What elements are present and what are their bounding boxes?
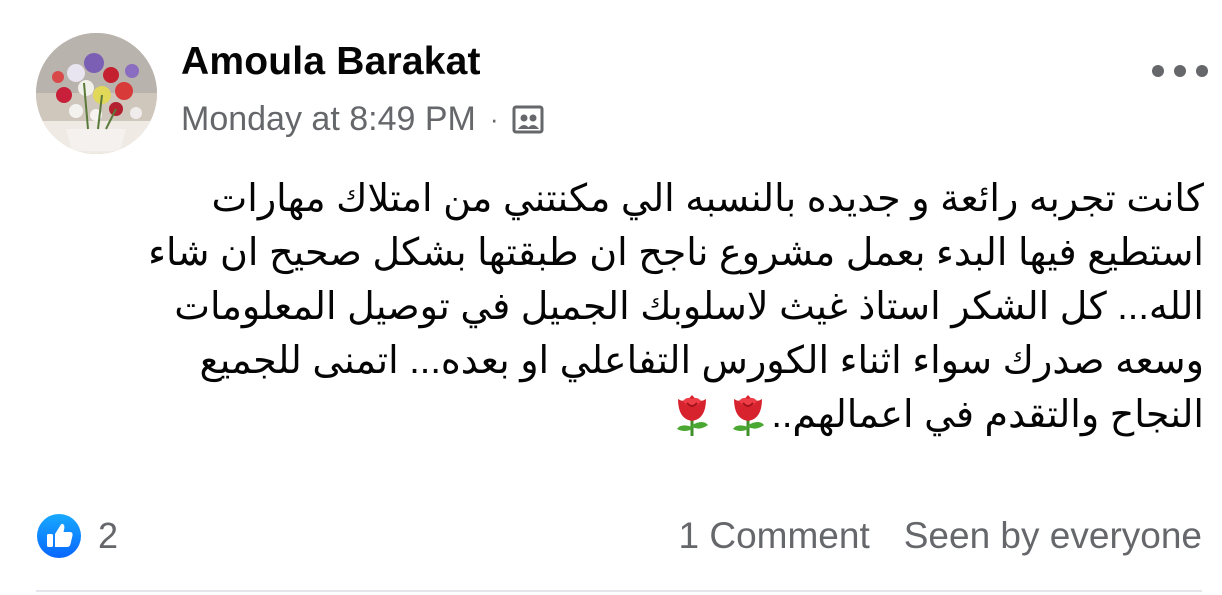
audience-icon[interactable] bbox=[511, 102, 545, 136]
reactions-summary[interactable]: 2 bbox=[36, 513, 118, 559]
author-name[interactable]: Amoula Barakat bbox=[181, 40, 481, 84]
comments-link[interactable]: 1 Comment bbox=[679, 515, 870, 557]
more-dot bbox=[1152, 65, 1164, 77]
post-text: كانت تجربه رائعة و جديده بالنسبه الي مكن… bbox=[54, 172, 1204, 442]
post-text-line: وسعه صدرك سواء اثناء الكورس التفاعلي او … bbox=[199, 340, 1205, 382]
facebook-post: Amoula Barakat Monday at 8:49 PM · كانت … bbox=[0, 0, 1222, 595]
post-text-last-line: النجاح والتقدم في اعمالهم.. bbox=[54, 388, 1204, 442]
seen-by-label[interactable]: Seen by everyone bbox=[904, 515, 1202, 557]
post-text-line: كانت تجربه رائعة و جديده بالنسبه الي مكن… bbox=[211, 178, 1204, 220]
rose-emoji bbox=[677, 395, 709, 436]
like-icon bbox=[37, 514, 81, 558]
post-stats: 1 Comment Seen by everyone bbox=[679, 513, 1203, 559]
divider bbox=[36, 590, 1202, 592]
like-count: 2 bbox=[98, 515, 119, 556]
more-dot bbox=[1196, 65, 1208, 77]
post-timestamp[interactable]: Monday at 8:49 PM bbox=[181, 100, 476, 139]
post-text-line: النجاح والتقدم في اعمالهم.. bbox=[771, 394, 1204, 436]
post-text-line: الله... كل الشكر استاذ غيث لاسلوبك الجمي… bbox=[174, 286, 1204, 328]
rose-emoji bbox=[733, 395, 765, 436]
avatar[interactable] bbox=[36, 33, 157, 154]
post-text-line: استطيع فيها البدء بعمل مشروع ناجح ان طبق… bbox=[148, 232, 1204, 274]
more-options-icon[interactable] bbox=[1152, 56, 1208, 86]
avatar-flowers-image bbox=[36, 33, 157, 154]
more-dot bbox=[1174, 65, 1186, 77]
post-meta: Monday at 8:49 PM · bbox=[181, 97, 545, 141]
meta-separator: · bbox=[489, 103, 499, 134]
